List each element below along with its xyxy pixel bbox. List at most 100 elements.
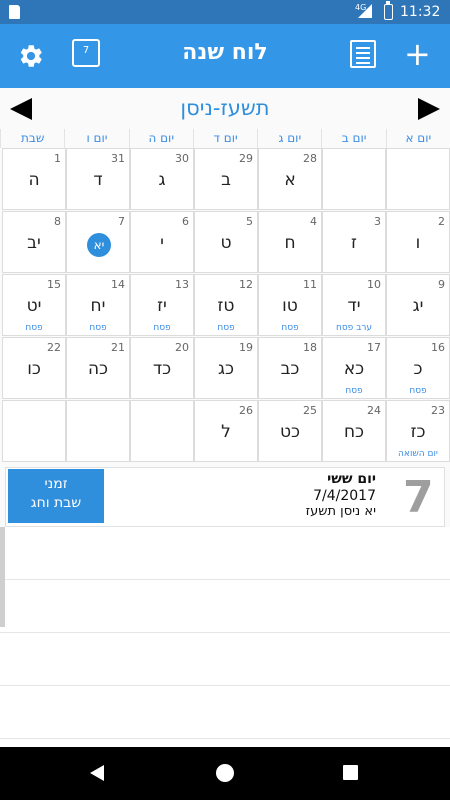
weekday-fri: יום ו <box>64 129 128 148</box>
today-marker: יא <box>87 233 111 257</box>
hebrew-day-label: כו <box>27 359 41 379</box>
home-icon[interactable] <box>216 764 234 782</box>
selected-day-name: יום ששי <box>327 471 376 487</box>
hebrew-day-label: כ <box>413 359 423 379</box>
hebrew-day-label: א <box>284 170 296 190</box>
calendar-day-cell[interactable]: 23 כז יום השואה <box>386 400 450 462</box>
hebrew-day-label: ז <box>351 233 357 253</box>
list-icon[interactable] <box>350 40 376 68</box>
weekday-thu: יום ה <box>128 129 193 148</box>
calendar-day-cell[interactable]: 19 כג <box>194 337 258 399</box>
shabbat-times-button[interactable]: זמני שבת וחג <box>8 469 104 523</box>
calendar-day-cell[interactable]: 7 יא <box>66 211 130 273</box>
calendar-day-cell[interactable]: 12 טז פסח <box>194 274 258 336</box>
calendar-day-cell[interactable]: 26 ל <box>194 400 258 462</box>
calendar-day-cell[interactable]: 29 ב <box>194 148 258 210</box>
gregorian-day-number: 12 <box>239 278 253 291</box>
calendar-day-cell[interactable]: 28 א <box>258 148 322 210</box>
calendar-day-cell[interactable]: 22 כו <box>2 337 66 399</box>
prev-month-arrow-icon[interactable] <box>10 98 32 120</box>
back-icon[interactable] <box>90 765 104 781</box>
weekday-tue: יום ג <box>257 129 321 148</box>
gear-icon[interactable] <box>17 42 45 70</box>
gregorian-day-number: 24 <box>367 404 381 417</box>
hebrew-day-label: יג <box>412 296 424 316</box>
events-list[interactable] <box>0 527 450 747</box>
network-type: 4G <box>355 3 367 12</box>
selected-day-info: יום ששי 7/4/2017 יא ניסן תשעז <box>206 471 376 519</box>
hebrew-day-label: כה <box>87 359 109 379</box>
battery-charging-icon <box>384 1 393 20</box>
calendar-day-cell[interactable]: 14 יח פסח <box>66 274 130 336</box>
today-date-icon[interactable]: 7 <box>72 39 100 67</box>
calendar-day-cell[interactable]: 30 ג <box>130 148 194 210</box>
gregorian-day-number: 5 <box>246 215 253 228</box>
hebrew-day-label: ה <box>28 170 40 190</box>
calendar-day-cell[interactable]: 20 כד <box>130 337 194 399</box>
gregorian-day-number: 2 <box>438 215 445 228</box>
gregorian-day-number: 30 <box>175 152 189 165</box>
calendar-day-cell[interactable]: 21 כה <box>66 337 130 399</box>
list-divider <box>0 738 450 739</box>
list-divider <box>0 685 450 686</box>
calendar-day-cell[interactable]: 9 יג <box>386 274 450 336</box>
calendar-day-cell[interactable]: 13 יז פסח <box>130 274 194 336</box>
calendar-day-cell[interactable]: 5ט <box>194 211 258 273</box>
weekday-wed: יום ד <box>192 129 257 148</box>
hebrew-day-label: כא <box>343 359 365 379</box>
calendar-day-cell[interactable]: 25 כט <box>258 400 322 462</box>
hebrew-day-label: טו <box>282 296 298 316</box>
calendar-day-cell[interactable]: 2ו <box>386 211 450 273</box>
calendar-day-cell[interactable]: 18 כב <box>258 337 322 399</box>
scrollbar[interactable] <box>0 527 5 627</box>
hebrew-day-label: ח <box>284 233 296 253</box>
gregorian-day-number: 25 <box>303 404 317 417</box>
gregorian-day-number: 1 <box>54 152 61 165</box>
hebrew-day-label: ג <box>158 170 166 190</box>
calendar-day-cell[interactable]: 1ה <box>2 148 66 210</box>
next-month-arrow-icon[interactable] <box>418 98 440 120</box>
calendar-day-cell <box>2 400 66 462</box>
app-title: לוח שנה <box>182 40 268 65</box>
app-bar: 7 לוח שנה + <box>0 24 450 88</box>
shabbat-button-line1: זמני <box>44 476 68 492</box>
gregorian-day-number: 31 <box>111 152 125 165</box>
selected-heb-date: יא ניסן תשעז <box>305 504 376 519</box>
status-bar: 4G 11:32 <box>0 0 450 24</box>
holiday-label: פסח <box>409 386 427 396</box>
calendar-day-cell[interactable]: 4ח <box>258 211 322 273</box>
sd-card-icon <box>9 5 20 19</box>
hebrew-day-label: ו <box>415 233 421 253</box>
gregorian-day-number: 4 <box>310 215 317 228</box>
calendar-day-cell[interactable]: 15 יט פסח <box>2 274 66 336</box>
status-time: 11:32 <box>400 4 441 20</box>
calendar-grid: 28 א 29 ב 30 ג 31 ד 1 ה 2 ו 3 ז 4 ח 5 ט 6 י 7 יא 8 יב 9 יג 10 יד ערב… <box>0 148 450 462</box>
gregorian-day-number: 3 <box>374 215 381 228</box>
hebrew-day-label: יט <box>26 296 42 316</box>
recent-apps-icon[interactable] <box>343 765 358 780</box>
calendar-day-cell[interactable]: 3ז <box>322 211 386 273</box>
selected-day-number: 7 <box>403 472 434 523</box>
gregorian-day-number: 13 <box>175 278 189 291</box>
calendar-day-cell[interactable]: 6י <box>130 211 194 273</box>
calendar-day-cell[interactable]: 10 יד ערב פסח <box>322 274 386 336</box>
calendar-day-cell <box>66 400 130 462</box>
calendar-day-cell[interactable]: 17 כא פסח <box>322 337 386 399</box>
plus-icon[interactable]: + <box>404 34 431 74</box>
calendar-day-cell[interactable]: 16 כ פסח <box>386 337 450 399</box>
calendar-day-cell[interactable]: 24 כח <box>322 400 386 462</box>
gregorian-day-number: 29 <box>239 152 253 165</box>
gregorian-day-number: 7 <box>118 215 125 228</box>
hebrew-day-label: יד <box>347 296 361 316</box>
calendar-day-cell[interactable]: 8 יב <box>2 211 66 273</box>
holiday-label: פסח <box>89 323 107 333</box>
gregorian-day-number: 21 <box>111 341 125 354</box>
calendar-day-cell[interactable]: 31 ד <box>66 148 130 210</box>
gregorian-day-number: 6 <box>182 215 189 228</box>
calendar-day-cell[interactable]: 11 טו פסח <box>258 274 322 336</box>
hebrew-day-label: י <box>160 233 164 253</box>
hebrew-day-label: כג <box>218 359 234 379</box>
selected-day-panel: זמני שבת וחג יום ששי 7/4/2017 יא ניסן תש… <box>5 467 445 527</box>
holiday-label: פסח <box>345 386 363 396</box>
gregorian-day-number: 9 <box>438 278 445 291</box>
